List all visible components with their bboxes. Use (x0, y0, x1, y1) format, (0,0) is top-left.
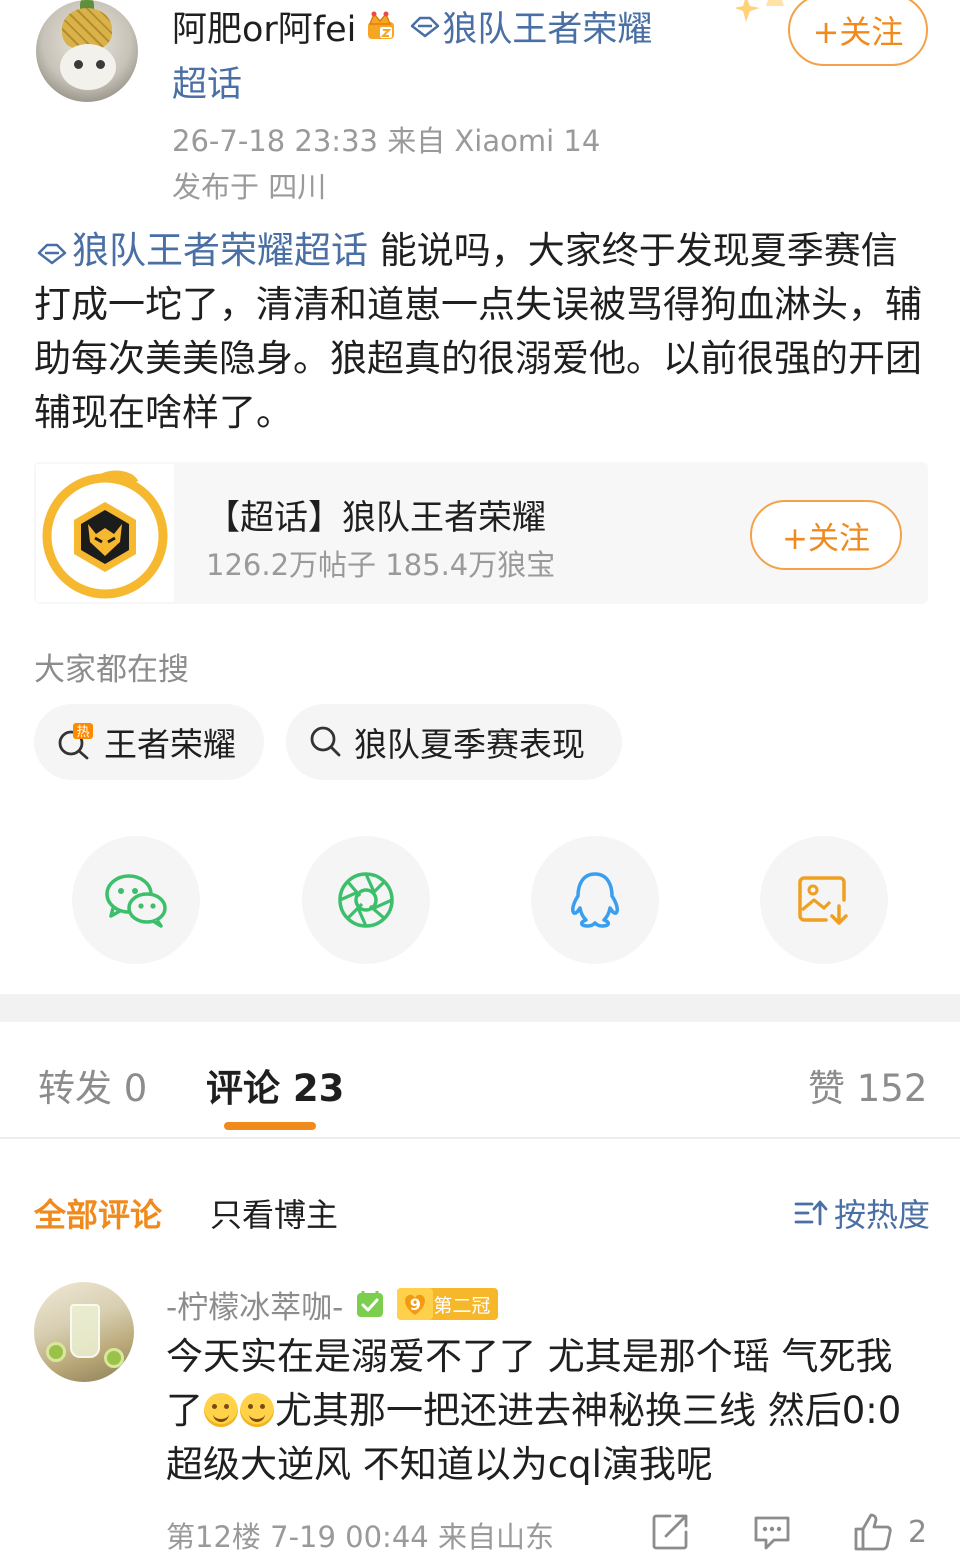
author-name[interactable]: 阿肥or阿fei (172, 1, 356, 52)
share-wechat-button[interactable] (72, 836, 200, 964)
fan-level-number: 9 (409, 1294, 421, 1314)
search-icon (310, 726, 341, 757)
avatar-cat-face (60, 44, 116, 90)
fan-rank-badge: 9 第二冠 (397, 1288, 499, 1320)
post-topic-tag[interactable]: 狼队王者荣耀超话 (34, 229, 368, 272)
comment-icon (754, 1516, 790, 1550)
post-topic-label: 狼队王者荣耀超话 (72, 229, 368, 272)
tab-comments[interactable]: 评论 23 (206, 1058, 344, 1112)
fan-rank-title: 第二冠 (433, 1294, 491, 1317)
post-location: 发布于 四川 (172, 170, 327, 204)
comment-reply-button[interactable] (752, 1510, 792, 1554)
follow-supertopic-button[interactable]: +关注 (750, 500, 902, 570)
follow-author-button[interactable]: +关注 (788, 0, 928, 66)
post-time-source: 26-7-18 23:33 来自 Xiaomi 14 (172, 124, 601, 158)
comment-like-button[interactable]: 2 (852, 1510, 927, 1554)
save-image-button[interactable] (760, 836, 888, 964)
sort-icon (794, 1200, 828, 1226)
sparkle-decoration-icon (736, 0, 784, 22)
commenter-name[interactable]: -柠檬冰萃咖- (166, 1282, 343, 1327)
avatar-eye (74, 60, 83, 69)
supertopic-card[interactable]: 【超话】狼队王者荣耀 126.2万帖子 185.4万狼宝 +关注 (34, 462, 928, 604)
hot-search-icon: 热 (58, 723, 93, 760)
wolves-logo-icon (42, 470, 168, 599)
share-qq-button[interactable] (531, 836, 659, 964)
comment-share-button[interactable] (650, 1510, 690, 1554)
member-badge-icon (357, 1291, 384, 1317)
search-chip-summer-performance[interactable]: 狼队夏季赛表现 (286, 704, 622, 780)
share-moments-button[interactable] (302, 836, 430, 964)
wechat-icon (105, 874, 167, 928)
moments-icon (338, 872, 394, 928)
comment-text: 今天实在是溺爱不了了 尤其是那个瑶 气死我了 尤其那一把还进去神秘换三线 然后0:… (166, 1330, 926, 1492)
filter-all-comments[interactable]: 全部评论 (34, 1190, 162, 1236)
supertopic-stats: 126.2万帖子 185.4万狼宝 (206, 548, 556, 582)
author-avatar[interactable] (36, 0, 138, 102)
filter-op-only[interactable]: 只看博主 (210, 1190, 338, 1236)
supertopic-diamond-icon (37, 243, 67, 264)
save-image-icon (798, 876, 848, 925)
active-tab-indicator (224, 1122, 316, 1130)
commenter-row: -柠檬冰萃咖- 9 第二冠 (166, 1282, 499, 1327)
comment-meta: 第12楼 7-19 00:44 来自山东 (166, 1520, 554, 1554)
search-chip-wangzhe[interactable]: 热 王者荣耀 (34, 704, 264, 780)
tab-bar-border (0, 1137, 960, 1139)
avatar-eye (96, 60, 105, 69)
sort-label: 按热度 (834, 1196, 931, 1234)
comment-like-count: 2 (908, 1514, 928, 1550)
section-divider (0, 994, 960, 1022)
author-topic-text: 狼队王者荣耀 (442, 9, 653, 50)
tab-likes[interactable]: 赞 152 (808, 1058, 927, 1112)
comment-text-part: 尤其那一把还进去神秘换三线 然后0:0超级大逆风 不知道以为cql演我呢 (166, 1389, 902, 1486)
supertopic-title: 【超话】狼队王者荣耀 (206, 498, 546, 538)
thumbs-up-icon (854, 1513, 892, 1551)
commenter-avatar[interactable] (34, 1282, 134, 1382)
tab-reposts[interactable]: 转发 0 (38, 1058, 147, 1112)
smile-emoji-icon (204, 1393, 238, 1427)
smile-emoji-icon (240, 1393, 274, 1427)
hot-badge-text: 热 (76, 725, 89, 740)
crown-badge-icon (368, 11, 395, 39)
trending-search-heading: 大家都在搜 (34, 652, 189, 688)
author-row: 阿肥or阿fei 狼队王者荣耀 (172, 4, 652, 50)
share-icon (652, 1514, 688, 1550)
sort-by-hot-button[interactable]: 按热度 (794, 1190, 930, 1236)
avatar-lime (104, 1348, 124, 1368)
supertopic-logo (36, 464, 174, 602)
qq-icon (571, 872, 619, 928)
fan-level-icon: 9 (397, 1288, 434, 1320)
post-text: 狼队王者荣耀超话 能说吗，大家终于发现夏季赛信打成一坨了，清清和道崽一点失误被骂… (34, 224, 926, 440)
avatar-lime (46, 1342, 66, 1362)
search-chip-label: 王者荣耀 (104, 725, 236, 764)
avatar-drink-glass (70, 1304, 100, 1358)
author-topic-link[interactable]: 狼队王者荣耀 (408, 1, 652, 52)
search-chip-label: 狼队夏季赛表现 (354, 725, 585, 764)
supertopic-diamond-icon (411, 16, 440, 38)
author-topic-text-cont[interactable]: 超话 (172, 56, 242, 107)
